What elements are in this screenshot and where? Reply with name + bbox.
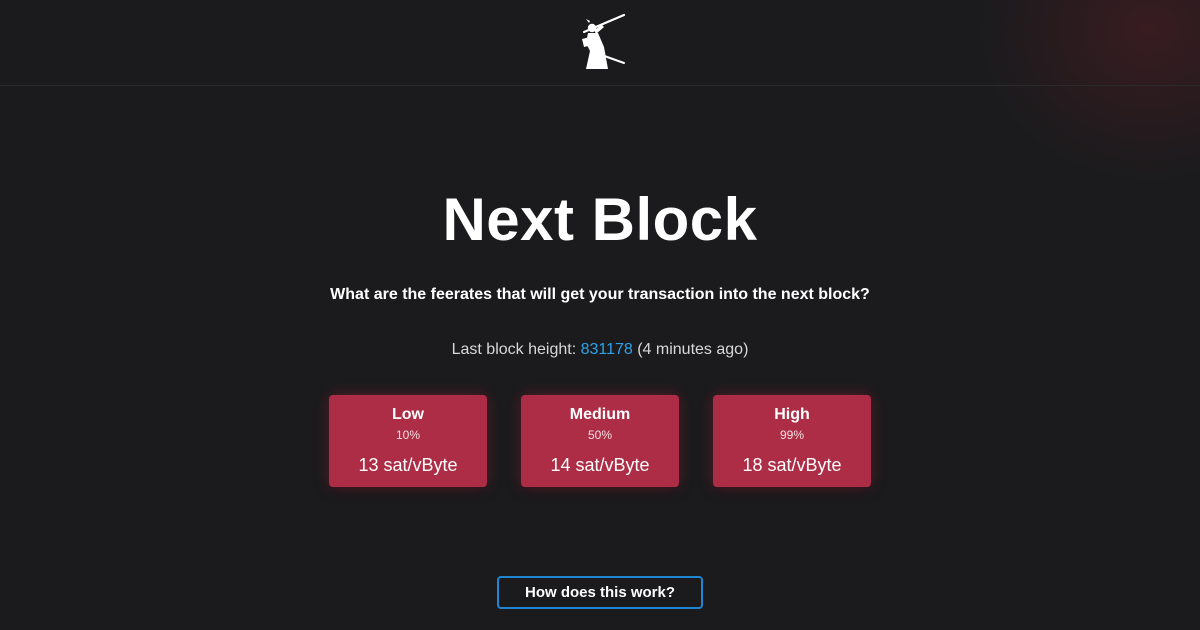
block-height-link[interactable]: 831178 [581,341,633,358]
fee-card-high: High 99% 18 sat/vByte [713,395,871,487]
fee-card-percent: 50% [587,428,613,442]
how-does-this-work-button[interactable]: How does this work? [497,576,703,609]
page-title: Next Block [442,186,758,253]
fee-card-label: Medium [569,406,631,423]
fee-card-label: Low [392,406,424,423]
fee-card-rate: 18 sat/vByte [742,455,842,475]
page: Next Block What are the feerates that wi… [0,0,1200,630]
samurai-logo-icon[interactable] [574,13,628,71]
fee-card-label: High [774,406,810,423]
fee-card-percent: 99% [779,428,805,442]
fee-cards: Low 10% 13 sat/vByte Medium 50% 14 sat/v… [329,395,871,487]
last-block-info: Last block height: 831178 (4 minutes ago… [0,340,1200,360]
fee-card-percent: 10% [395,428,421,442]
fee-card-medium: Medium 50% 14 sat/vByte [521,395,679,487]
last-block-prefix: Last block height: [451,341,581,358]
page-subtitle: What are the feerates that will get your… [330,286,870,303]
fee-card-rate: 13 sat/vByte [358,455,458,475]
fee-card-rate: 14 sat/vByte [550,455,650,475]
last-block-suffix: (4 minutes ago) [632,341,749,358]
fee-card-low: Low 10% 13 sat/vByte [329,395,487,487]
header [0,0,1200,86]
